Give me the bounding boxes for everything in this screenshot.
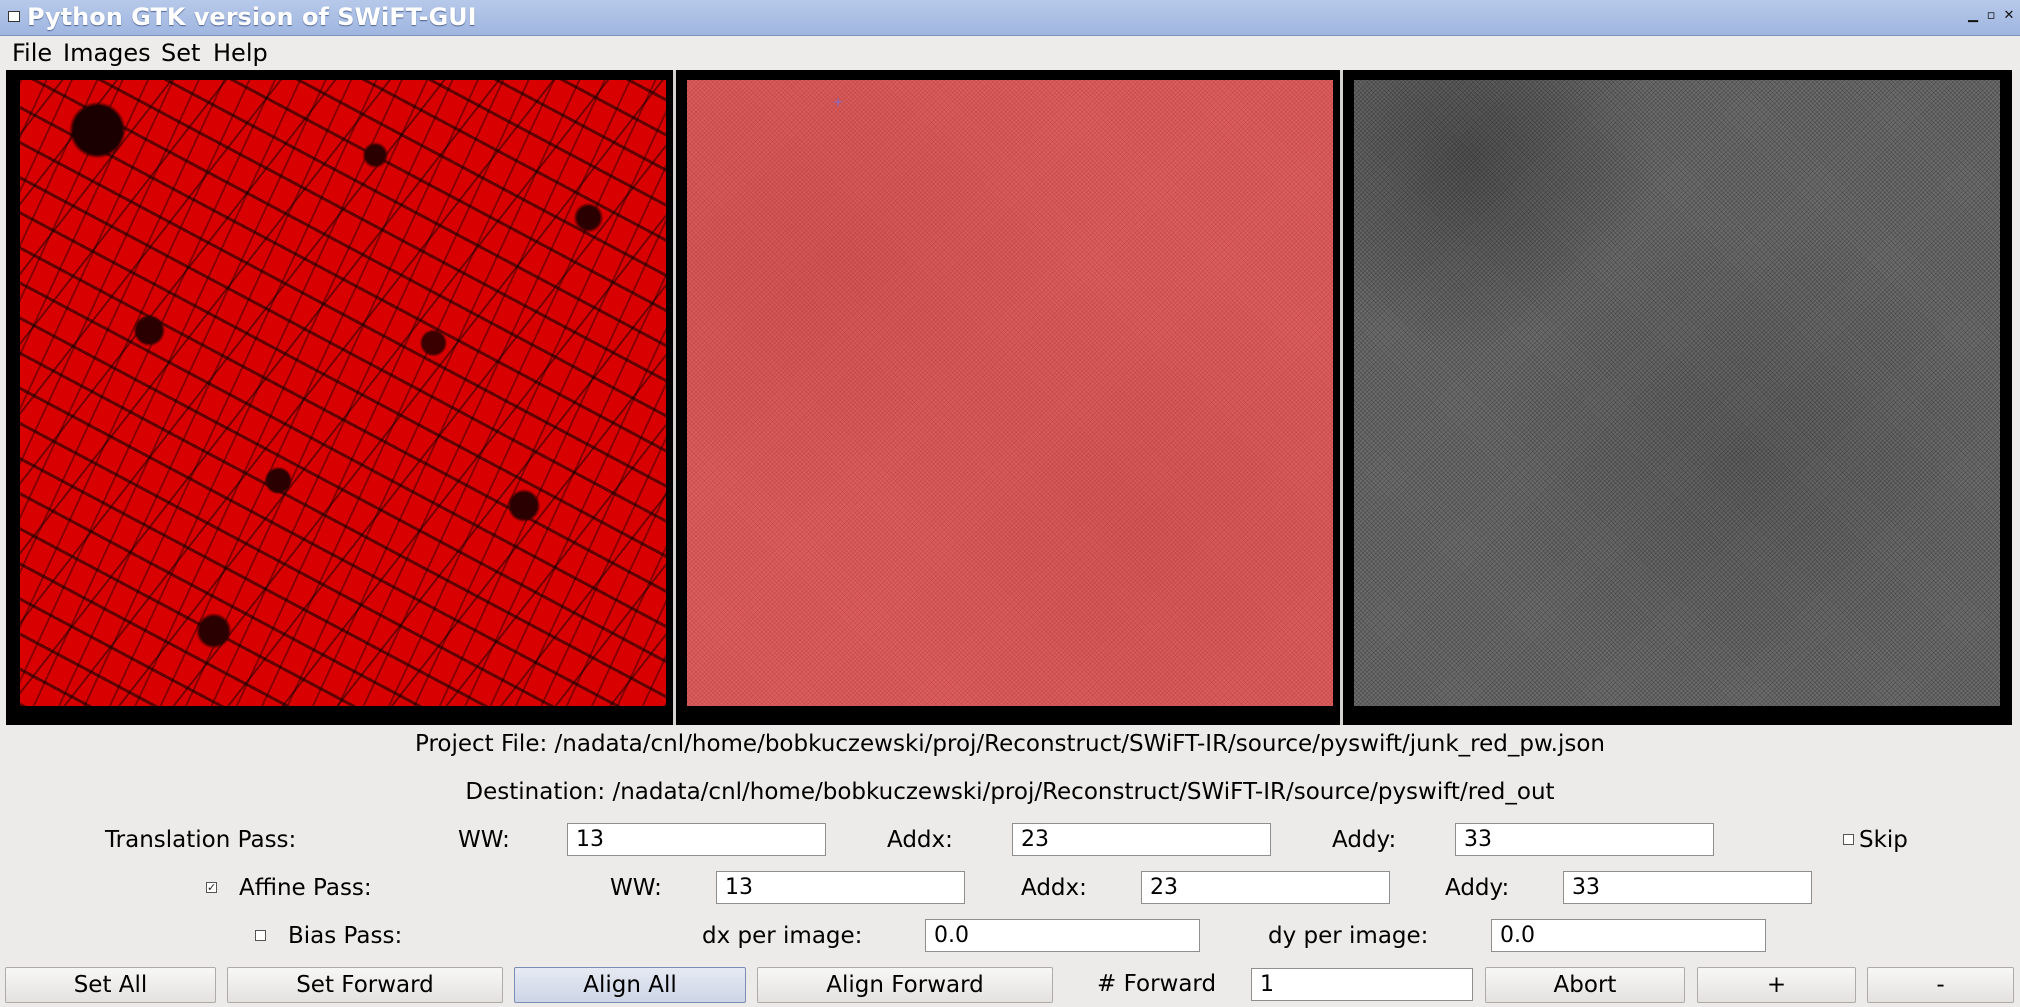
close-icon[interactable]: ✕: [2002, 9, 2016, 23]
translation-addx-label: Addx:: [887, 827, 953, 853]
forward-count-input[interactable]: [1251, 968, 1473, 1001]
dy-per-image-input[interactable]: [1491, 919, 1766, 952]
translation-ww-input[interactable]: [567, 823, 826, 856]
menu-bar: File Images Set Help: [0, 36, 2020, 70]
translation-addx-input[interactable]: [1012, 823, 1271, 856]
menu-images[interactable]: Images: [59, 39, 155, 67]
destination-label: Destination: /nadata/cnl/home/bobkuczews…: [465, 779, 1555, 805]
affine-addx-input[interactable]: [1141, 871, 1390, 904]
affine-pass-label: Affine Pass:: [239, 875, 372, 901]
bias-pass-checkbox[interactable]: [255, 930, 266, 941]
plus-button[interactable]: +: [1697, 967, 1856, 1003]
skip-label: Skip: [1859, 827, 1908, 853]
project-file-label: Project File: /nadata/cnl/home/bobkuczew…: [414, 731, 1605, 757]
translation-addy-label: Addy:: [1332, 827, 1397, 853]
abort-button[interactable]: Abort: [1485, 967, 1685, 1003]
pane-divider[interactable]: [673, 70, 676, 725]
set-forward-button[interactable]: Set Forward: [227, 967, 503, 1003]
pane-divider[interactable]: [1340, 70, 1343, 725]
align-forward-button[interactable]: Align Forward: [757, 967, 1053, 1003]
dx-per-image-label: dx per image:: [702, 923, 863, 949]
difference-image-pane[interactable]: [1354, 80, 2000, 706]
bias-pass-label: Bias Pass:: [288, 923, 403, 949]
affine-pass-checkbox[interactable]: ✓: [206, 882, 217, 893]
set-all-button[interactable]: Set All: [5, 967, 216, 1003]
reference-image-pane[interactable]: [20, 80, 666, 706]
window-titlebar[interactable]: Python GTK version of SWiFT-GUI ▁ ▫ ✕: [0, 0, 2020, 36]
dx-per-image-input[interactable]: [925, 919, 1200, 952]
affine-ww-label: WW:: [610, 875, 662, 901]
minimize-icon[interactable]: ▁: [1966, 9, 1980, 23]
dy-per-image-label: dy per image:: [1268, 923, 1429, 949]
translation-addy-input[interactable]: [1455, 823, 1714, 856]
maximize-icon[interactable]: ▫: [1984, 9, 1998, 23]
window-title: Python GTK version of SWiFT-GUI: [27, 3, 477, 31]
window-menu-icon[interactable]: [8, 11, 20, 22]
image-viewer: +: [6, 70, 2012, 725]
forward-count-label: # Forward: [1097, 971, 1217, 997]
affine-addy-label: Addy:: [1445, 875, 1510, 901]
menu-help[interactable]: Help: [209, 39, 272, 67]
minus-button[interactable]: -: [1867, 967, 2014, 1003]
menu-file[interactable]: File: [8, 39, 56, 67]
menu-set[interactable]: Set: [157, 39, 204, 67]
align-all-button[interactable]: Align All: [514, 967, 746, 1003]
aligned-image-pane[interactable]: +: [687, 80, 1333, 706]
cursor-marker-icon: +: [833, 95, 844, 109]
affine-addy-input[interactable]: [1563, 871, 1812, 904]
translation-ww-label: WW:: [458, 827, 510, 853]
affine-ww-input[interactable]: [716, 871, 965, 904]
translation-pass-label: Translation Pass:: [105, 827, 297, 853]
affine-addx-label: Addx:: [1021, 875, 1087, 901]
skip-checkbox[interactable]: [1843, 834, 1854, 845]
